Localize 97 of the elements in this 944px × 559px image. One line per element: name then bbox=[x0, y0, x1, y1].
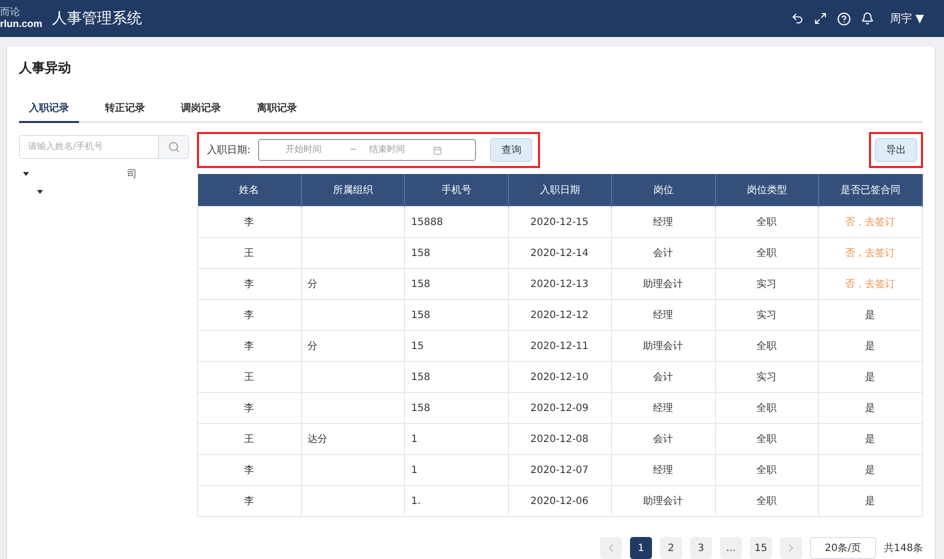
table-cell: 全职 bbox=[715, 238, 819, 268]
table-cell: 李 bbox=[198, 268, 302, 300]
table-cell: 王 bbox=[198, 424, 302, 454]
table-cell: 1 bbox=[404, 454, 508, 486]
column-header: 手机号 bbox=[404, 174, 508, 206]
calendar-icon bbox=[432, 146, 442, 154]
table-cell: 李 bbox=[198, 330, 302, 362]
tab[interactable]: 离职记录 bbox=[247, 101, 307, 123]
logo-text: 而论 bbox=[0, 6, 21, 18]
table-cell: 全职 bbox=[715, 206, 819, 238]
tab[interactable]: 转正记录 bbox=[95, 101, 155, 123]
table-cell: 王 bbox=[198, 362, 302, 392]
table-cell: 是 bbox=[818, 362, 922, 392]
table-cell: 158 bbox=[404, 362, 508, 392]
app-title: 人事管理系统 bbox=[52, 9, 142, 28]
undo-icon[interactable] bbox=[791, 12, 804, 25]
table-cell: 助理会计 bbox=[612, 268, 716, 300]
query-button[interactable]: 查询 bbox=[490, 138, 532, 162]
table-cell: 经理 bbox=[612, 300, 716, 330]
user-menu[interactable]: 周宇 ▼ bbox=[890, 11, 924, 26]
table-cell: 助理会计 bbox=[612, 486, 716, 516]
table-cell: 会计 bbox=[612, 424, 716, 454]
column-header: 岗位 bbox=[612, 174, 716, 206]
table-cell: 分 bbox=[301, 330, 405, 362]
table-cell: 达分 bbox=[301, 424, 405, 454]
table-cell: 2020-12-15 bbox=[508, 206, 612, 238]
table-cell: 会计 bbox=[612, 238, 716, 268]
table-cell: 全职 bbox=[715, 330, 819, 362]
table-cell: 全职 bbox=[715, 424, 819, 454]
table-cell: 经理 bbox=[612, 392, 716, 424]
filter-label: 入职日期: bbox=[207, 144, 250, 157]
table-cell: 2020-12-14 bbox=[508, 238, 612, 268]
table-cell: 2020-12-07 bbox=[508, 454, 612, 486]
page-button[interactable]: 15 bbox=[750, 537, 772, 559]
table-cell: 1 bbox=[404, 424, 508, 454]
table-cell: 实习 bbox=[715, 300, 819, 330]
fullscreen-icon[interactable] bbox=[814, 12, 828, 25]
column-header: 岗位类型 bbox=[715, 174, 819, 206]
total-count: 共148条 bbox=[884, 542, 923, 555]
table-cell: 李 bbox=[198, 454, 302, 486]
search-icon[interactable] bbox=[168, 141, 180, 153]
bell-icon[interactable] bbox=[861, 12, 874, 25]
table-cell: 2020-12-06 bbox=[508, 486, 612, 516]
page-button[interactable]: 1 bbox=[630, 537, 652, 559]
table-cell: 2020-12-09 bbox=[508, 392, 612, 424]
table-cell: 王 bbox=[198, 238, 302, 268]
range-separator: ~ bbox=[349, 145, 357, 155]
table-cell: 李 bbox=[198, 486, 302, 516]
table-cell: 是 bbox=[818, 486, 922, 516]
table-cell: 2020-12-11 bbox=[508, 330, 612, 362]
tree-label: 司 bbox=[127, 168, 137, 181]
table-cell: 2020-12-13 bbox=[508, 268, 612, 300]
table-cell: 会计 bbox=[612, 362, 716, 392]
table-cell: 158 bbox=[404, 392, 508, 424]
table-cell: 是 bbox=[818, 454, 922, 486]
table-cell: 李 bbox=[198, 206, 302, 238]
table-cell: 助理会计 bbox=[612, 330, 716, 362]
table-cell: 158 bbox=[404, 268, 508, 300]
export-button[interactable]: 导出 bbox=[875, 138, 917, 162]
table-cell: 实习 bbox=[715, 362, 819, 392]
table-cell: 15 bbox=[404, 330, 508, 362]
caret-icon[interactable] bbox=[23, 172, 29, 176]
page-button[interactable]: 3 bbox=[690, 537, 712, 559]
caret-icon[interactable] bbox=[37, 190, 43, 194]
table-cell: 全职 bbox=[715, 454, 819, 486]
table-cell: 李 bbox=[198, 392, 302, 424]
table-cell: 158 bbox=[404, 238, 508, 268]
table-cell: 经理 bbox=[612, 454, 716, 486]
page-title: 人事异动 bbox=[19, 60, 72, 77]
table-cell: 1. bbox=[404, 486, 508, 516]
tab[interactable]: 调岗记录 bbox=[171, 101, 231, 123]
page-size-select[interactable]: 20条/页 bbox=[810, 537, 876, 559]
table-cell: 2020-12-08 bbox=[508, 424, 612, 454]
table-cell: 李 bbox=[198, 300, 302, 330]
table-cell: 是 bbox=[818, 330, 922, 362]
table-cell: 是 bbox=[818, 424, 922, 454]
table-cell: 2020-12-12 bbox=[508, 300, 612, 330]
column-header: 姓名 bbox=[198, 174, 302, 206]
table-cell: 分 bbox=[301, 268, 405, 300]
table-cell: 实习 bbox=[715, 268, 819, 300]
logo-domain: rlun.com bbox=[0, 18, 42, 30]
table-cell: 2020-12-10 bbox=[508, 362, 612, 392]
help-icon[interactable] bbox=[837, 12, 852, 26]
page-button[interactable]: 2 bbox=[660, 537, 682, 559]
table-cell: 是 bbox=[818, 392, 922, 424]
table-cell: 经理 bbox=[612, 206, 716, 238]
column-header: 是否已签合同 bbox=[818, 174, 922, 206]
table-cell: 158 bbox=[404, 300, 508, 330]
page-button[interactable]: ... bbox=[720, 537, 742, 559]
table-cell: 是 bbox=[818, 300, 922, 330]
table-cell: 全职 bbox=[715, 392, 819, 424]
column-header: 入职日期 bbox=[508, 174, 612, 206]
column-header: 所属组织 bbox=[301, 174, 405, 206]
tab[interactable]: 入职记录 bbox=[19, 101, 79, 123]
table-cell: 15888 bbox=[404, 206, 508, 238]
search-field[interactable]: 请输入姓名/手机号 bbox=[19, 135, 189, 159]
table-cell: 全职 bbox=[715, 486, 819, 516]
